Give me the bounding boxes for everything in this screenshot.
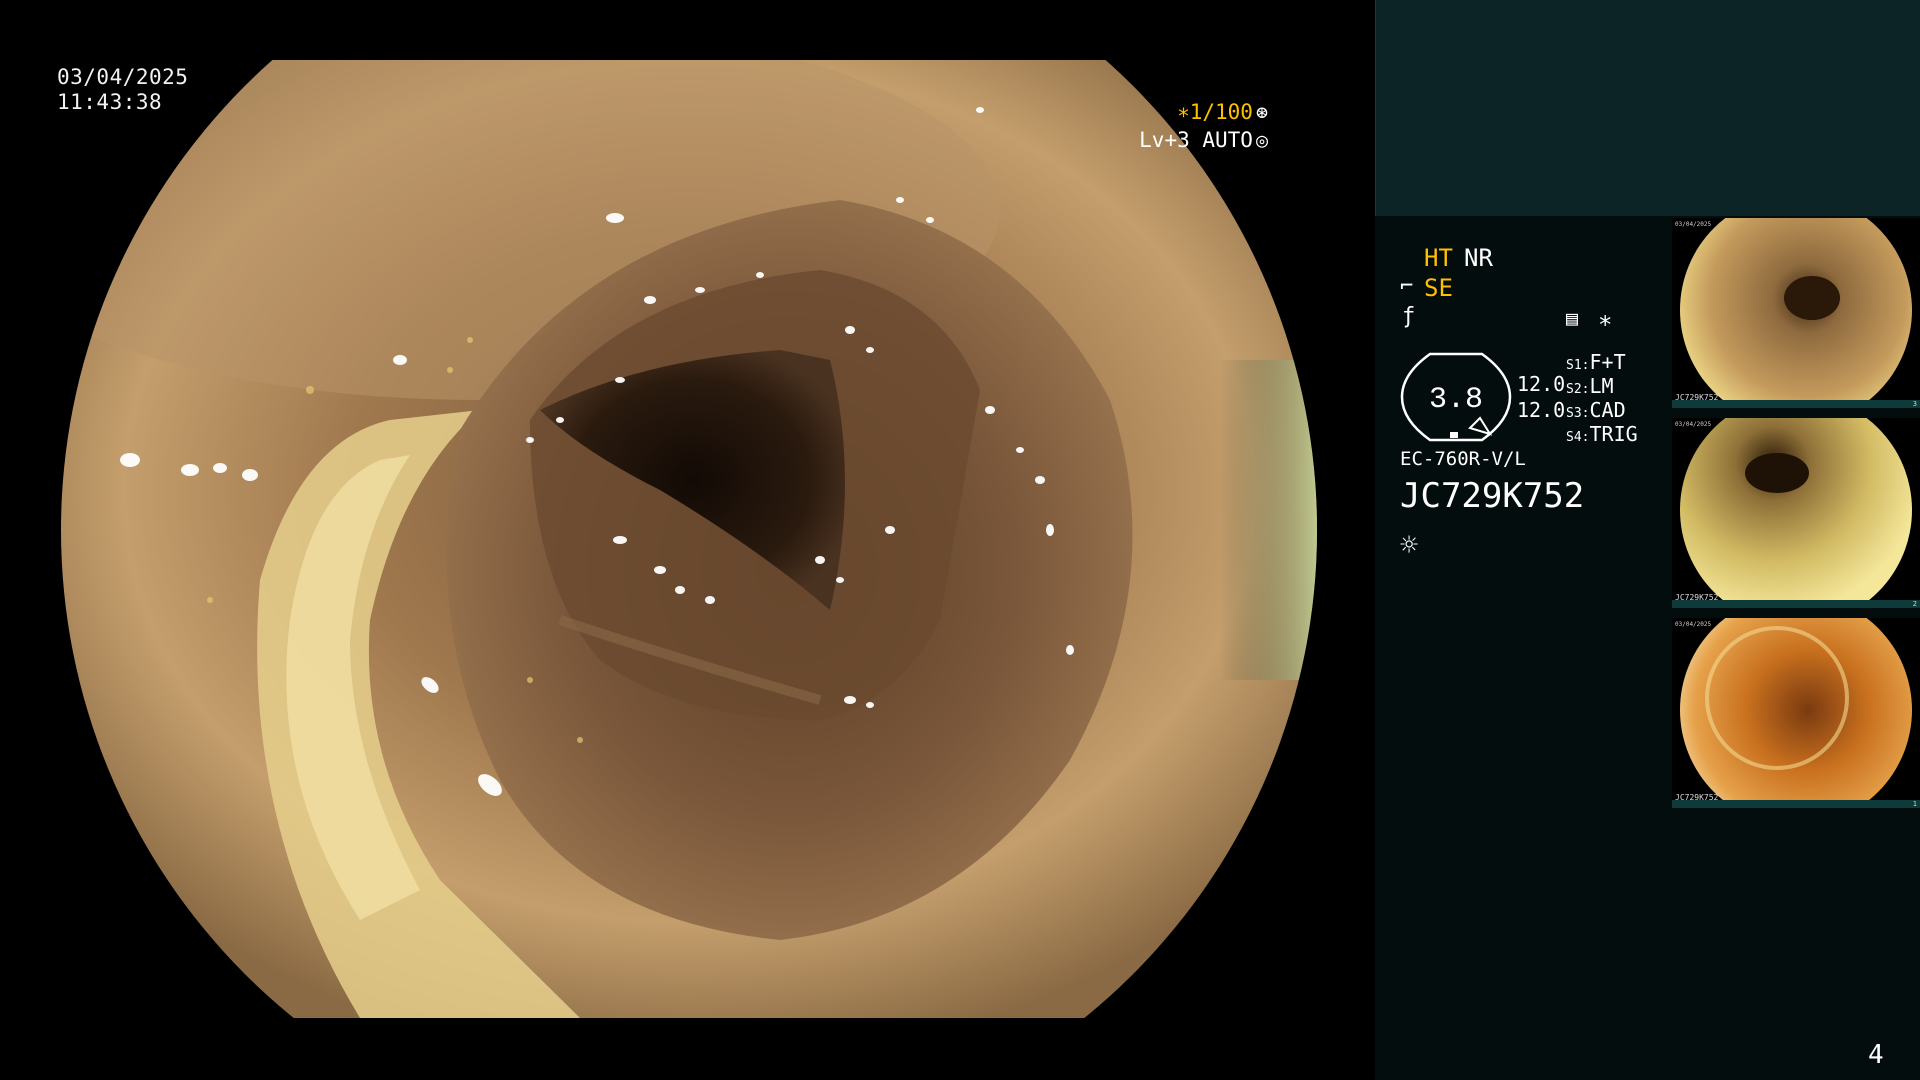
memory-icon: ▤ xyxy=(1566,306,1579,330)
thumbnail-2[interactable]: 03/04/2025 JC729K752 2 xyxy=(1672,418,1920,608)
switch-s3: S3:CAD xyxy=(1566,398,1626,422)
endoscope-view xyxy=(60,60,1318,1018)
thumbnail-1-date: 03/04/2025 xyxy=(1675,221,1712,228)
enhance-icon: ƒ xyxy=(1402,304,1416,329)
switch-s4: S4:TRIG xyxy=(1566,422,1638,446)
light-gauge: 3.8 xyxy=(1400,352,1512,442)
se-indicator: SE xyxy=(1424,274,1453,302)
thumbnail-3-label: JC729K752 xyxy=(1675,793,1719,802)
value-upper: 12.0 xyxy=(1517,372,1566,396)
switch-s4-label: TRIG xyxy=(1589,422,1638,446)
shutter-speed-text: ∗1/100 xyxy=(1177,100,1253,124)
brightness-level: Lv+3 AUTO ◎ xyxy=(1139,128,1268,152)
page-number: 4 xyxy=(1868,1040,1884,1070)
switch-s2-key: S2: xyxy=(1566,382,1590,397)
scope-serial: JC729K752 xyxy=(1400,476,1585,516)
exam-time: 11:43:38 xyxy=(57,90,163,114)
switch-s1-key: S1: xyxy=(1566,358,1590,373)
se-probe-icon: ⌐ xyxy=(1400,274,1414,299)
thumbnail-2-date: 03/04/2025 xyxy=(1675,421,1712,428)
thumbnail-2-number: 2 xyxy=(1912,600,1917,608)
thumbnail-1[interactable]: 03/04/2025 JC729K752 3 xyxy=(1672,218,1920,408)
iris-icon: ◎ xyxy=(1255,128,1268,152)
star-mark: ∗ xyxy=(1598,306,1613,334)
aperture-icon: ⊛ xyxy=(1255,100,1268,124)
thumbnail-3-image xyxy=(1680,618,1912,808)
switch-s3-label: CAD xyxy=(1589,398,1626,422)
switch-s4-key: S4: xyxy=(1566,430,1590,445)
thumbnail-2-label: JC729K752 xyxy=(1675,593,1719,602)
switch-s3-key: S3: xyxy=(1566,406,1590,421)
thumbnail-1-label: JC729K752 xyxy=(1675,393,1719,402)
switch-s1: S1:F+T xyxy=(1566,350,1626,374)
thumbnail-3-date: 03/04/2025 xyxy=(1675,621,1712,628)
brightness-level-text: Lv+3 AUTO xyxy=(1139,128,1253,152)
thumbnail-1-image xyxy=(1680,218,1912,408)
switch-s2-label: LM xyxy=(1589,374,1614,398)
thumbnail-3-number: 1 xyxy=(1912,800,1917,808)
gauge-value: 3.8 xyxy=(1429,383,1483,417)
thumbnail-1-number: 3 xyxy=(1912,400,1917,408)
colon-lumen-image xyxy=(61,60,1317,1018)
panel-header-area xyxy=(1375,0,1920,216)
thumbnail-2-image xyxy=(1680,418,1912,608)
exam-date: 03/04/2025 xyxy=(57,65,189,89)
light-source-icon: ☼ xyxy=(1400,528,1419,563)
nr-indicator: NR xyxy=(1464,244,1493,272)
switch-s2: S2:LM xyxy=(1566,374,1614,398)
value-lower: 12.0 xyxy=(1517,398,1566,422)
thumbnail-3[interactable]: 03/04/2025 JC729K752 1 xyxy=(1672,618,1920,808)
switch-s1-label: F+T xyxy=(1589,350,1626,374)
scope-model: EC-760R-V/L xyxy=(1400,448,1526,470)
ht-indicator: HT xyxy=(1424,244,1453,272)
shutter-speed: ∗1/100 ⊛ xyxy=(1177,100,1268,124)
